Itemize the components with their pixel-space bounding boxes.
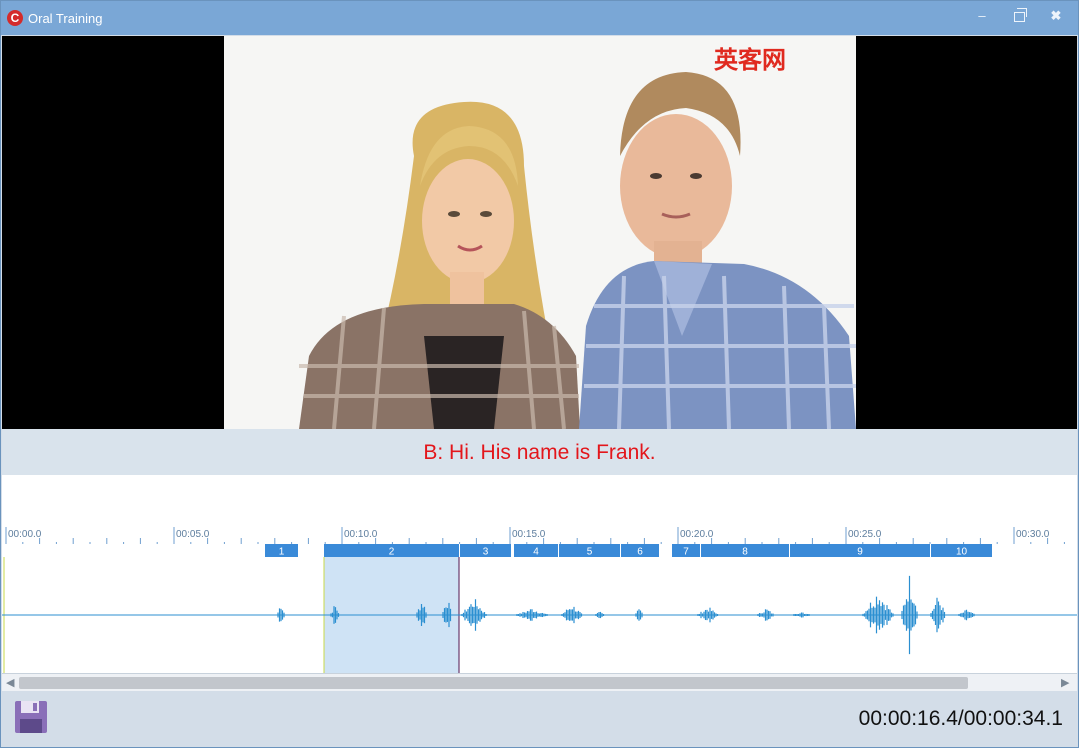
segment-label: 6 bbox=[637, 547, 643, 558]
save-floppy-icon[interactable] bbox=[13, 699, 49, 735]
spacer-panel bbox=[2, 475, 1077, 525]
segment-label: 7 bbox=[683, 547, 689, 558]
segment-label: 10 bbox=[956, 547, 968, 558]
segment-label: 1 bbox=[279, 547, 285, 558]
segment-label: 4 bbox=[533, 547, 539, 558]
timeline-canvas[interactable]: 00:00.0 00:05.0 00:10.0 00:15.0 00:20.0 00:25… bbox=[2, 525, 1077, 673]
playback-time: 00:00:16.4/00:00:34.1 bbox=[858, 707, 1063, 730]
ruler-label: 00:30.0 bbox=[1016, 529, 1050, 540]
segment-label: 3 bbox=[483, 547, 489, 558]
minimize-icon: – bbox=[978, 8, 986, 23]
close-button[interactable]: ✖ bbox=[1041, 5, 1071, 27]
video-player[interactable]: 英客网 bbox=[2, 36, 1077, 429]
segment-label: 2 bbox=[389, 547, 395, 558]
scroll-right-icon[interactable]: ▶ bbox=[1061, 676, 1073, 690]
subtitle-bar: B: Hi. His name is Frank. bbox=[2, 429, 1077, 475]
window-title: Oral Training bbox=[28, 11, 103, 26]
title-bar[interactable]: C Oral Training – ✖ bbox=[1, 1, 1078, 35]
segment-label: 8 bbox=[742, 547, 748, 558]
minimize-button[interactable]: – bbox=[967, 5, 997, 27]
ruler-label: 00:00.0 bbox=[8, 529, 42, 540]
ruler-label: 00:15.0 bbox=[512, 529, 546, 540]
restore-icon bbox=[1013, 8, 1027, 22]
scroll-left-icon[interactable]: ◀ bbox=[6, 676, 18, 690]
restore-button[interactable] bbox=[1004, 5, 1034, 27]
ruler-label: 00:05.0 bbox=[176, 529, 210, 540]
segment-label: 9 bbox=[857, 547, 863, 558]
close-icon: ✖ bbox=[1050, 8, 1062, 23]
app-logo-icon: C bbox=[7, 10, 23, 26]
app-window: C Oral Training – ✖ 英客网 B: Hi. His name … bbox=[0, 0, 1079, 748]
segment-label: 5 bbox=[587, 547, 593, 558]
horizontal-scrollbar[interactable]: ◀ ▶ bbox=[2, 673, 1077, 692]
ruler-label: 00:10.0 bbox=[344, 529, 378, 540]
status-bar: 00:00:16.4/00:00:34.1 bbox=[2, 691, 1077, 747]
subtitle-text: B: Hi. His name is Frank. bbox=[423, 441, 656, 464]
audio-timeline[interactable]: 00:00.0 00:05.0 00:10.0 00:15.0 00:20.0 00:25… bbox=[2, 525, 1077, 673]
ruler-label: 00:25.0 bbox=[848, 529, 882, 540]
video-frame[interactable]: 英客网 bbox=[224, 36, 856, 429]
scroll-thumb[interactable] bbox=[19, 677, 968, 689]
video-watermark: 英客网 bbox=[714, 45, 786, 74]
video-image bbox=[224, 36, 856, 429]
ruler-label: 00:20.0 bbox=[680, 529, 714, 540]
